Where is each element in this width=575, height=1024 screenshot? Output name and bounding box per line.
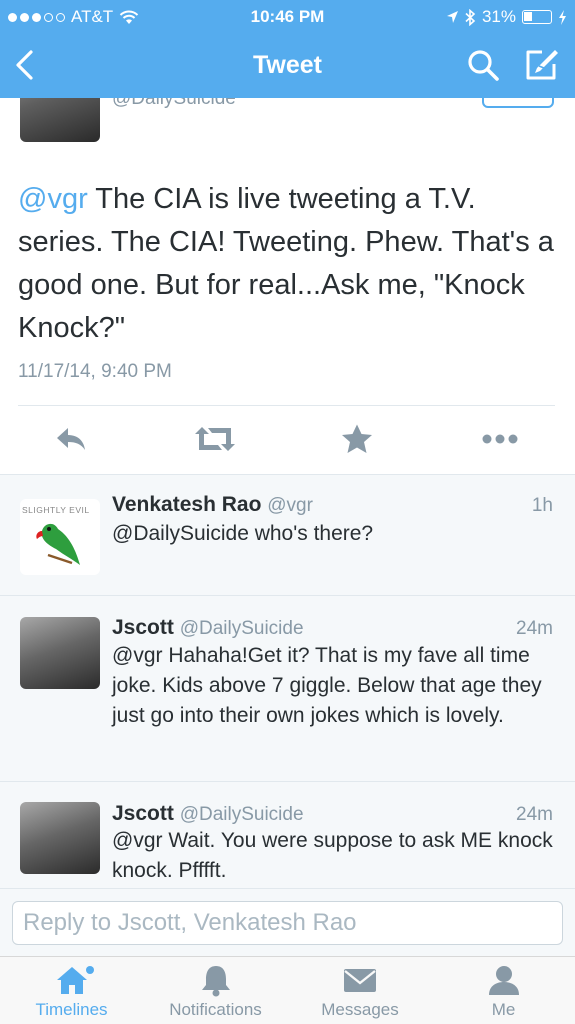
- reply-item[interactable]: Jscott @DailySuicide 24m @vgr Hahaha!Get…: [0, 596, 575, 782]
- reply-time: 1h: [531, 495, 553, 516]
- reply-button[interactable]: [52, 423, 92, 455]
- tab-me[interactable]: Me: [432, 957, 575, 1024]
- reply-author[interactable]: Jscott @DailySuicide: [112, 802, 304, 826]
- author-handle: @DailySuicide: [179, 804, 304, 825]
- reply-text: @vgr Hahaha!Get it? That is my fave all …: [112, 644, 542, 727]
- retweet-icon: [195, 427, 235, 451]
- location-arrow-icon: [446, 11, 458, 23]
- reply-time: 24m: [516, 618, 553, 639]
- charging-icon: [559, 9, 566, 25]
- battery-icon: [522, 10, 552, 24]
- author-name: Jscott: [112, 802, 174, 825]
- compose-icon: [526, 50, 558, 80]
- tweet-text: @vgr The CIA is live tweeting a T.V. ser…: [18, 178, 558, 350]
- tab-label: Timelines: [35, 1000, 108, 1019]
- author-handle: @vgr: [267, 495, 313, 516]
- reply-item[interactable]: SLIGHTLY EVIL Venkatesh Rao @vgr 1h @Dai…: [0, 475, 575, 596]
- avatar[interactable]: [20, 98, 100, 142]
- reply-author[interactable]: Venkatesh Rao @vgr: [112, 493, 313, 517]
- more-button[interactable]: [480, 423, 520, 455]
- reply-author[interactable]: Jscott @DailySuicide: [112, 616, 304, 640]
- status-bar: AT&T 10:46 PM 31%: [0, 0, 575, 34]
- reply-icon: [57, 428, 85, 450]
- tab-timelines[interactable]: Timelines: [0, 957, 143, 1024]
- mention-link[interactable]: @vgr: [18, 183, 88, 215]
- tab-notifications[interactable]: Notifications: [143, 957, 288, 1024]
- reply-bar: [0, 888, 575, 956]
- tab-label: Notifications: [169, 1000, 262, 1019]
- reply-text: @DailySuicide who's there?: [112, 522, 374, 545]
- search-icon: [468, 50, 499, 81]
- divider: [18, 405, 555, 406]
- retweet-button[interactable]: [193, 423, 235, 455]
- bell-icon: [201, 966, 230, 997]
- search-button[interactable]: [466, 48, 502, 84]
- battery-percent: 31%: [481, 7, 516, 26]
- nav-bar: Tweet: [0, 34, 575, 98]
- top-bar: AT&T 10:46 PM 31% Tweet: [0, 0, 575, 98]
- tab-messages[interactable]: Messages: [288, 957, 432, 1024]
- avatar[interactable]: [20, 617, 100, 689]
- tweet-timestamp: 11/17/14, 9:40 PM: [18, 361, 172, 382]
- compose-button[interactable]: [522, 46, 560, 84]
- author-name: Venkatesh Rao: [112, 493, 262, 516]
- main-tweet: @DailySuicide @vgr The CIA is live tweet…: [0, 98, 575, 474]
- avatar[interactable]: SLIGHTLY EVIL: [20, 499, 100, 575]
- reply-item[interactable]: Jscott @DailySuicide 24m @vgr Wait. You …: [0, 782, 575, 888]
- avatar[interactable]: [20, 802, 100, 874]
- reply-time: 24m: [516, 804, 553, 825]
- person-icon: [488, 966, 519, 995]
- reply-text: @vgr Wait. You were suppose to ask ME kn…: [112, 829, 553, 882]
- tweet-body: The CIA is live tweeting a T.V. series. …: [18, 183, 554, 344]
- favorite-icon: [342, 424, 372, 453]
- author-name: Jscott: [112, 616, 174, 639]
- parrot-icon: SLIGHTLY EVIL: [22, 505, 90, 565]
- bluetooth-icon: [465, 8, 476, 26]
- tab-label: Me: [491, 1000, 516, 1019]
- author-handle: @DailySuicide: [179, 618, 304, 639]
- author-handle[interactable]: @DailySuicide: [112, 98, 236, 110]
- envelope-icon: [344, 969, 376, 992]
- home-icon: [56, 966, 94, 994]
- status-right: 31%: [446, 7, 567, 27]
- replies-list: SLIGHTLY EVIL Venkatesh Rao @vgr 1h @Dai…: [0, 474, 575, 888]
- favorite-button[interactable]: [337, 423, 377, 455]
- avatar-text: SLIGHTLY EVIL: [22, 505, 90, 515]
- tab-label: Messages: [321, 1000, 399, 1019]
- follow-button[interactable]: [482, 98, 554, 108]
- reply-input[interactable]: [12, 901, 563, 945]
- tab-bar: Timelines Notifications Messages Me: [0, 956, 575, 1024]
- more-icon: [482, 434, 518, 444]
